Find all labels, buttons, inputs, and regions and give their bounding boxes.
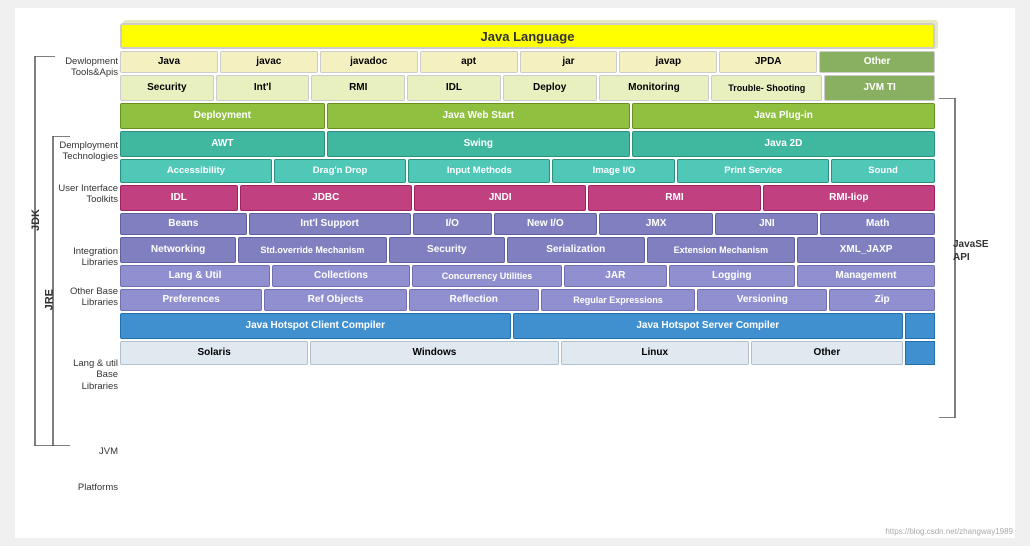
- idl-cell: IDL: [120, 185, 238, 211]
- print-service-cell: Print Service: [677, 159, 829, 183]
- std-override-cell: Std.override Mechanism: [238, 237, 387, 263]
- linux-cell: Linux: [561, 341, 749, 365]
- right-labels: JavaSE API: [935, 18, 1005, 528]
- lang-util-label: Lang & utilBase Libraries: [58, 358, 118, 392]
- xml-jaxp-cell: XML_JAXP: [797, 237, 935, 263]
- other-base-label: Other BaseLibraries: [58, 286, 118, 309]
- reflection-cell: Reflection: [409, 289, 539, 311]
- dev-tools-label: DewlopmentTools&Apis: [58, 56, 118, 79]
- ui-row2: Accessibility Drag'n Drop Input Methods …: [120, 159, 935, 183]
- input-methods-cell: Input Methods: [408, 159, 550, 183]
- jmx-cell: JMX: [599, 213, 714, 235]
- dev-apt: apt: [420, 51, 518, 73]
- dragndrop-cell: Drag'n Drop: [274, 159, 407, 183]
- dev-rmi: RMI: [311, 75, 405, 101]
- io-cell: I/O: [413, 213, 492, 235]
- dev-deploy: Deploy: [503, 75, 597, 101]
- jndi-cell: JNDI: [414, 185, 586, 211]
- ui-row1: AWT Swing Java 2D: [120, 131, 935, 157]
- java-plugin-cell: Java Plug-in: [632, 103, 935, 129]
- swing-cell: Swing: [327, 131, 630, 157]
- extension-mech-cell: Extension Mechanism: [647, 237, 796, 263]
- windows-cell: Windows: [310, 341, 558, 365]
- lang-util-row2: Preferences Ref Objects Reflection Regul…: [120, 289, 935, 311]
- lang-util-cell: Lang & Util: [120, 265, 270, 287]
- java-language-text: Java Language: [481, 29, 575, 44]
- jvm-row: Java Hotspot Client Compiler Java Hotspo…: [120, 313, 935, 339]
- logging-cell: Logging: [669, 265, 795, 287]
- jdbc-cell: JDBC: [240, 185, 412, 211]
- math-cell: Math: [820, 213, 935, 235]
- lang-util-row1: Lang & Util Collections Concurrency Util…: [120, 265, 935, 287]
- deployment-row: Deployment Java Web Start Java Plug-in: [120, 103, 935, 129]
- platforms-row: Solaris Windows Linux Other: [120, 341, 935, 365]
- jre-label: JRE: [44, 289, 56, 310]
- jvm-label: JVM: [58, 446, 118, 457]
- zip-cell: Zip: [829, 289, 935, 311]
- regex-cell: Regular Expressions: [541, 289, 696, 311]
- hotspot-server-cell: Java Hotspot Server Compiler: [513, 313, 904, 339]
- accessibility-cell: Accessibility: [120, 159, 272, 183]
- sound-cell: Sound: [831, 159, 935, 183]
- dev-troubleshoot: Trouble- Shooting: [711, 75, 822, 101]
- concurrency-cell: Concurrency Utilities: [412, 265, 562, 287]
- rmi-int-cell: RMI: [588, 185, 760, 211]
- deployment-cell: Deployment: [120, 103, 325, 129]
- platforms-label: Platforms: [58, 482, 118, 493]
- center-diagram: Java Language Java javac javadoc apt jar…: [120, 18, 935, 528]
- dev-jvmti: JVM TI: [824, 75, 935, 101]
- collections-cell: Collections: [272, 265, 410, 287]
- jni-cell: JNI: [715, 213, 818, 235]
- integration-row: IDL JDBC JNDI RMI RMI-Iiop: [120, 185, 935, 211]
- intl-support-cell: Int'l Support: [249, 213, 411, 235]
- hotspot-client-cell: Java Hotspot Client Compiler: [120, 313, 511, 339]
- rmi-iiop-cell: RMI-Iiop: [763, 185, 935, 211]
- deployment-label: DemploymentTechnologies: [58, 140, 118, 163]
- watermark: https://blog.csdn.net/zhangway1989: [885, 527, 1013, 536]
- solaris-cell: Solaris: [120, 341, 308, 365]
- networking-cell: Networking: [120, 237, 236, 263]
- versioning-cell: Versioning: [697, 289, 827, 311]
- image-io-cell: Image I/O: [552, 159, 675, 183]
- dev-intl: Int'l: [216, 75, 310, 101]
- jar-cell: JAR: [564, 265, 667, 287]
- dev-javap: javap: [619, 51, 717, 73]
- javase-text: JavaSE: [953, 239, 989, 250]
- dev-jpda: JPDA: [719, 51, 817, 73]
- dev-tools-row2: Security Int'l RMI IDL Deploy Monitoring…: [120, 75, 935, 101]
- other-base-row1: Beans Int'l Support I/O New I/O JMX JNI …: [120, 213, 935, 235]
- management-cell: Management: [797, 265, 935, 287]
- beans-cell: Beans: [120, 213, 247, 235]
- java-web-start-cell: Java Web Start: [327, 103, 630, 129]
- java2d-cell: Java 2D: [632, 131, 935, 157]
- ref-objects-cell: Ref Objects: [264, 289, 406, 311]
- integration-label: IntegrationLibraries: [58, 246, 118, 269]
- diagram-wrapper: JDK JRE DewlopmentTools&Apis Demployment…: [15, 8, 1015, 538]
- platform-right-blue: [905, 341, 935, 365]
- preferences-cell: Preferences: [120, 289, 262, 311]
- dev-security: Security: [120, 75, 214, 101]
- javase-api-label: JavaSE API: [953, 238, 998, 264]
- jdk-label: JDK: [30, 209, 42, 231]
- api-text: API: [953, 252, 970, 263]
- security2-cell: Security: [389, 237, 505, 263]
- serialization-cell: Serialization: [507, 237, 645, 263]
- left-labels: JDK JRE DewlopmentTools&Apis Demployment…: [25, 18, 120, 528]
- ui-toolkits-label: User InterfaceToolkits: [58, 183, 118, 206]
- dev-tools-row1: Java javac javadoc apt jar javap JPDA Ot…: [120, 51, 935, 73]
- jvm-extra: [905, 313, 935, 339]
- other-platform-cell: Other: [751, 341, 903, 365]
- awt-cell: AWT: [120, 131, 325, 157]
- other-base-row2: Networking Std.override Mechanism Securi…: [120, 237, 935, 263]
- dev-other: Other: [819, 51, 935, 73]
- dev-idl: IDL: [407, 75, 501, 101]
- new-io-cell: New I/O: [494, 213, 597, 235]
- dev-javac: javac: [220, 51, 318, 73]
- java-language-cell: Java Language: [120, 23, 935, 49]
- dev-jar: jar: [520, 51, 618, 73]
- dev-monitoring: Monitoring: [599, 75, 710, 101]
- dev-java: Java: [120, 51, 218, 73]
- dev-javadoc: javadoc: [320, 51, 418, 73]
